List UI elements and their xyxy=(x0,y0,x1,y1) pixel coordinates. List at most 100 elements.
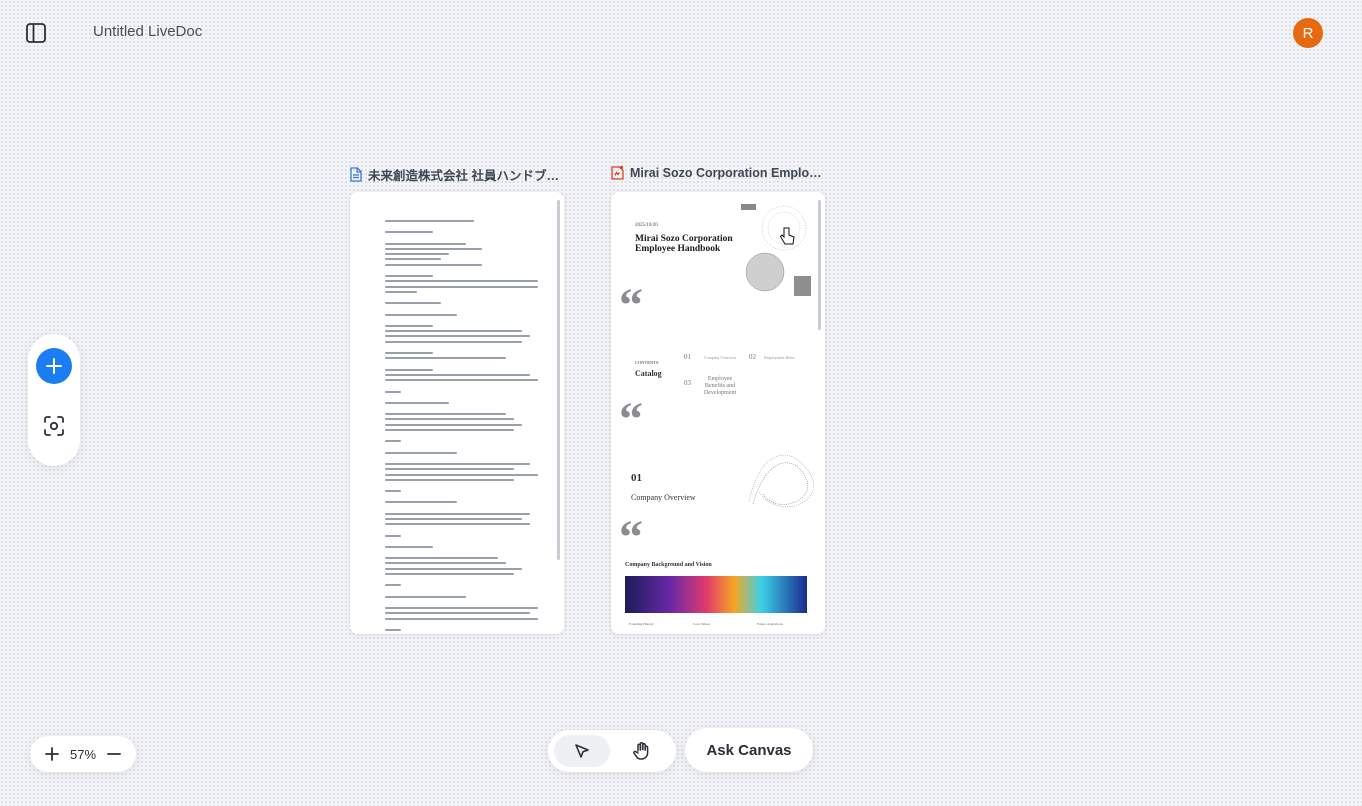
document-name: 未来創造株式会社 社員ハンドブッ... xyxy=(368,169,563,183)
preview-text-line xyxy=(385,258,442,261)
preview-text-line xyxy=(385,253,450,256)
select-tool-button[interactable] xyxy=(554,735,610,767)
document-card-en[interactable]: 2025/10/20 Mirai Sozo Corporation Employ… xyxy=(611,192,825,634)
handbook-date: 2025/10/20 xyxy=(635,223,658,228)
ask-canvas-button[interactable]: Ask Canvas xyxy=(685,728,813,772)
hand-cursor-icon xyxy=(779,227,795,245)
page-title[interactable]: Untitled LiveDoc xyxy=(93,23,202,40)
document-scrollbar[interactable] xyxy=(557,200,560,560)
focus-view-button[interactable] xyxy=(42,414,66,438)
focus-scan-icon xyxy=(44,416,64,436)
preview-text-line xyxy=(385,612,530,615)
preview-text-line xyxy=(385,352,434,355)
preview-text-line xyxy=(385,617,538,620)
document-preview-text xyxy=(385,220,546,634)
sidebar-toggle-button[interactable] xyxy=(24,21,48,45)
preview-text-line xyxy=(385,557,498,560)
toc-label: Company Overview xyxy=(704,355,737,360)
document-header-jp[interactable]: 未来創造株式会社 社員ハンドブッ... xyxy=(350,165,563,184)
quote-mark-icon: “ xyxy=(619,279,643,332)
preview-text-line xyxy=(385,478,514,481)
preview-text-line xyxy=(385,628,402,631)
preview-text-line xyxy=(385,490,402,493)
preview-text-line xyxy=(385,324,434,327)
preview-text-line xyxy=(385,584,402,587)
catalog-label: Catalog xyxy=(635,369,662,378)
handbook-title: Mirai Sozo Corporation Employee Handbook xyxy=(635,234,733,254)
preview-text-line xyxy=(385,263,482,266)
section-number: 01 xyxy=(631,472,642,484)
preview-text-line xyxy=(385,540,546,546)
preview-text-line xyxy=(385,368,434,371)
zoom-out-icon[interactable] xyxy=(106,746,122,762)
preview-text-line xyxy=(385,379,538,382)
preview-text-line xyxy=(385,517,522,520)
preview-text-line xyxy=(385,545,434,548)
preview-text-line xyxy=(385,567,522,570)
toc-label: Employee Benefits and Development xyxy=(703,376,737,396)
preview-text-line xyxy=(385,595,466,598)
hand-icon xyxy=(633,742,649,760)
preview-text-line xyxy=(385,573,514,576)
preview-text-line xyxy=(385,401,450,404)
preview-text-line xyxy=(385,473,538,476)
preview-text-line xyxy=(385,302,442,305)
preview-text-line xyxy=(385,308,546,314)
preview-text-line xyxy=(385,242,466,245)
preview-text-line xyxy=(385,529,546,535)
preview-text-line xyxy=(385,462,530,465)
vision-banner-image xyxy=(625,576,807,613)
preview-text-line xyxy=(385,373,530,376)
pan-tool-button[interactable] xyxy=(614,735,670,767)
preview-text-line xyxy=(385,385,546,391)
toc-number: 03 xyxy=(684,379,691,387)
avatar[interactable]: R xyxy=(1293,18,1323,48)
preview-text-line xyxy=(385,590,546,596)
preview-text-line xyxy=(385,363,546,369)
section-title: Company Overview xyxy=(631,493,696,502)
contents-label: CONTENTS xyxy=(635,360,659,365)
preview-text-line xyxy=(385,512,530,515)
document-header-en[interactable]: Mirai Sozo Corporation Employee... xyxy=(611,165,825,180)
preview-text-line xyxy=(385,231,434,234)
preview-text-line xyxy=(385,507,546,513)
preview-text-line xyxy=(385,623,546,629)
preview-text-line xyxy=(385,534,402,537)
preview-text-line xyxy=(385,357,506,360)
preview-text-line xyxy=(385,237,546,243)
cursor-arrow-icon xyxy=(575,744,589,758)
wave-art-image xyxy=(748,454,814,508)
preview-text-line xyxy=(385,390,402,393)
banner-title: Company Background and Vision xyxy=(625,562,712,568)
footer-item: Founding History xyxy=(629,622,654,626)
zoom-in-icon[interactable] xyxy=(44,746,60,762)
document-icon xyxy=(350,167,362,182)
quote-mark-icon: “ xyxy=(619,511,643,564)
add-button[interactable] xyxy=(36,348,72,384)
plus-icon xyxy=(46,358,62,374)
preview-text-line xyxy=(385,280,538,283)
preview-text-line xyxy=(385,562,506,565)
sphere-art-image xyxy=(741,204,811,296)
zoom-level: 57% xyxy=(69,746,97,762)
preview-text-line xyxy=(385,578,546,584)
preview-text-line xyxy=(385,429,514,432)
quote-mark-icon: “ xyxy=(619,393,643,446)
document-card-jp[interactable] xyxy=(350,192,564,634)
preview-text-line xyxy=(385,247,482,250)
preview-text-line xyxy=(385,319,546,325)
preview-text-line xyxy=(385,335,530,338)
left-toolbar xyxy=(28,334,80,466)
document-scrollbar[interactable] xyxy=(818,200,821,330)
preview-text-line xyxy=(385,606,538,609)
pdf-document-icon xyxy=(611,165,624,180)
preview-text-line xyxy=(385,501,458,504)
preview-text-line xyxy=(385,523,530,526)
preview-text-line xyxy=(385,446,546,452)
preview-text-line xyxy=(385,313,458,316)
preview-text-line xyxy=(385,290,418,293)
zoom-control: 57% xyxy=(30,736,136,772)
preview-text-line xyxy=(385,275,434,278)
toc-number: 01 xyxy=(684,353,691,361)
footer-item: Future Aspirations xyxy=(757,622,783,626)
